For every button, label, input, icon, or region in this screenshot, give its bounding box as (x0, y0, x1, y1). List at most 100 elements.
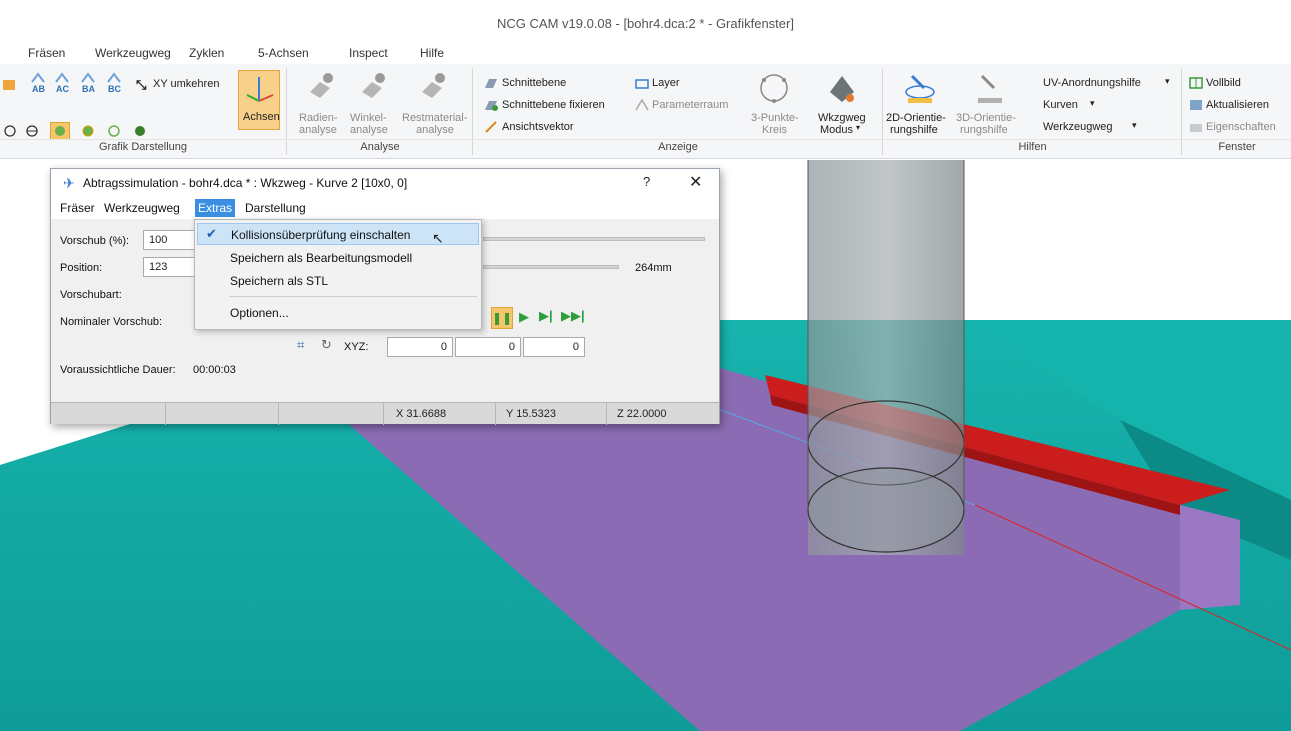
shaded-edges-icon[interactable] (80, 124, 96, 138)
aktualisieren-icon (1188, 98, 1204, 112)
toolpath-mode-icon (830, 76, 854, 102)
y-input[interactable]: 0 (455, 337, 521, 357)
transparent-icon[interactable] (106, 124, 122, 138)
play-button[interactable]: ▶ (519, 309, 529, 325)
restmaterial-analyse-button[interactable]: Restmaterial- analyse (400, 70, 470, 136)
vollbild-icon (1188, 76, 1204, 90)
achsen-label: Achsen (243, 111, 280, 123)
achsen-button[interactable]: Achsen (238, 70, 280, 130)
ansichtsvektor-icon (483, 120, 499, 134)
kurven-chevron-icon: ▾ (1090, 98, 1095, 108)
menu-item-label: Speichern als Bearbeitungsmodell (230, 251, 413, 265)
mouse-cursor-icon: ↖ (432, 230, 444, 246)
rotate-icon[interactable]: ↻ (321, 337, 332, 353)
kurven-dropdown[interactable]: Kurven (1043, 99, 1078, 111)
eigenschaften-icon (1188, 120, 1204, 134)
schnittebene-fixieren-icon (483, 98, 499, 112)
chevron-down-icon: ▾ (856, 123, 861, 132)
xy-swap-icon[interactable]: ⤡ (136, 77, 146, 93)
menu-item-speichern-stl[interactable]: Speichern als STL (197, 270, 479, 292)
group-label: Fenster (1183, 139, 1291, 155)
wireframe-icon[interactable] (2, 124, 18, 138)
layer-icon (634, 76, 650, 90)
hidden-line-icon[interactable] (24, 124, 40, 138)
dialog-menu-darstellung[interactable]: Darstellung (242, 201, 309, 215)
help-button[interactable]: ? (643, 174, 650, 189)
status-cell (51, 403, 166, 425)
fast-forward-button[interactable]: ▶▶| (561, 308, 585, 324)
winkel-analyse-button[interactable]: Winkel- analyse (350, 70, 402, 136)
radien-analyse-button[interactable]: Radien- analyse (296, 70, 348, 136)
ansichtsvektor-button[interactable]: Ansichtsvektor (502, 121, 574, 133)
position-length: 264mm (635, 262, 672, 274)
view-icon[interactable] (2, 78, 18, 92)
vollbild-button[interactable]: Vollbild (1206, 77, 1241, 89)
pocket-edge (1180, 505, 1240, 610)
menu-inspect[interactable]: Inspect (349, 46, 388, 60)
menu-item-optionen[interactable]: Optionen... (197, 302, 479, 324)
vorschub-label: Vorschub (%): (60, 235, 130, 247)
rest-label-2: analyse (416, 124, 454, 136)
eigenschaften-button[interactable]: Eigenschaften (1206, 121, 1276, 133)
menu-item-kollisionsueberpruefung[interactable]: ✔ Kollisionsüberprüfung einschalten ↖ (197, 223, 479, 246)
dialog-title: Abtragssimulation - bohr4.dca * : Wkzweg… (83, 176, 408, 190)
dialog-menu-werkzeugweg[interactable]: Werkzeugweg (101, 201, 183, 215)
group-label: Hilfen (884, 139, 1181, 155)
layer-button[interactable]: Layer (652, 77, 680, 89)
menu-item-label: Optionen... (230, 306, 289, 320)
aktualisieren-button[interactable]: Aktualisieren (1206, 99, 1269, 111)
group-anzeige: Schnittebene Schnittebene fixieren Ansic… (474, 68, 883, 155)
step-forward-button[interactable]: ▶| (539, 308, 553, 324)
menu-hilfe[interactable]: Hilfe (420, 46, 444, 60)
orient-3d-icon (978, 74, 1002, 103)
xyz-label: XYZ: (344, 341, 369, 353)
dauer-value: 00:00:03 (193, 364, 236, 376)
menu-zyklen[interactable]: Zyklen (189, 46, 224, 60)
menu-fraesen[interactable]: Fräsen (28, 46, 65, 60)
menu-item-speichern-bearbeitungsmodell[interactable]: Speichern als Bearbeitungsmodell (197, 247, 479, 269)
uv-chevron-icon: ▾ (1165, 76, 1170, 86)
schnittebene-button[interactable]: Schnittebene (502, 77, 566, 89)
dialog-menu-fraeser[interactable]: Fräser (57, 201, 98, 215)
grid-icon[interactable]: ⌗ (297, 337, 304, 353)
circle-icon (760, 74, 788, 103)
kreis-label-1: 3-Punkte- (751, 112, 799, 124)
position-slider[interactable] (483, 265, 619, 269)
status-cell (279, 403, 384, 425)
status-x: X 31.6688 (384, 403, 496, 425)
kreis-label-2: Kreis (762, 124, 788, 136)
render-icon[interactable] (132, 124, 148, 138)
orient3d-label-1: 3D-Orientie- (956, 112, 1016, 124)
dialog-menu-extras[interactable]: Extras (195, 199, 236, 217)
status-cell (166, 403, 279, 425)
menu-5-achsen[interactable]: 5-Achsen (258, 46, 309, 60)
x-input[interactable]: 0 (387, 337, 453, 357)
view-ac-label: AC (56, 84, 69, 94)
position-input[interactable]: 123 (143, 257, 199, 277)
z-input[interactable]: 0 (523, 337, 585, 357)
shaded-active-icon[interactable] (50, 122, 70, 140)
orient-3d-button[interactable]: 3D-Orientie- rungshilfe (956, 70, 1024, 136)
group-grafik-darstellung: AB AC BA BC ⤡ XY umkehren Achsen Grafik … (0, 68, 287, 155)
group-label: Anzeige (474, 139, 882, 155)
vorschub-input[interactable]: 100 (143, 230, 199, 250)
drei-punkte-kreis-button[interactable]: 3-Punkte- Kreis (746, 70, 802, 136)
werkzeugweg-dropdown[interactable]: Werkzeugweg (1043, 121, 1113, 133)
dialog-titlebar[interactable]: ✈ Abtragssimulation - bohr4.dca * : Wkzw… (51, 169, 719, 197)
pause-button[interactable]: ❚❚ (491, 307, 513, 329)
radien-label-1: Radien- (299, 112, 338, 124)
title-bar: NCG CAM v19.0.08 - [bohr4.dca:2 * - Graf… (0, 0, 1291, 40)
view-bc-label: BC (108, 84, 121, 94)
axes-icon (246, 77, 274, 102)
schnittebene-fixieren-button[interactable]: Schnittebene fixieren (502, 99, 605, 111)
ribbon: AB AC BA BC ⤡ XY umkehren Achsen Grafik … (0, 64, 1291, 159)
close-button[interactable]: ✕ (689, 172, 702, 192)
xy-umkehren-button[interactable]: XY umkehren (153, 78, 219, 90)
wkzgweg-modus-button[interactable]: Wkzgweg Modus ▾ (812, 70, 872, 136)
uv-anordnungshilfe-dropdown[interactable]: UV-Anordnungshilfe (1043, 77, 1141, 89)
menu-werkzeugweg[interactable]: Werkzeugweg (95, 46, 171, 60)
orient-2d-button[interactable]: 2D-Orientie- rungshilfe (886, 70, 954, 136)
extras-dropdown-menu: ✔ Kollisionsüberprüfung einschalten ↖ Sp… (194, 219, 482, 330)
vorschub-slider[interactable] (483, 237, 705, 241)
parameterraum-button[interactable]: Parameterraum (652, 99, 728, 111)
